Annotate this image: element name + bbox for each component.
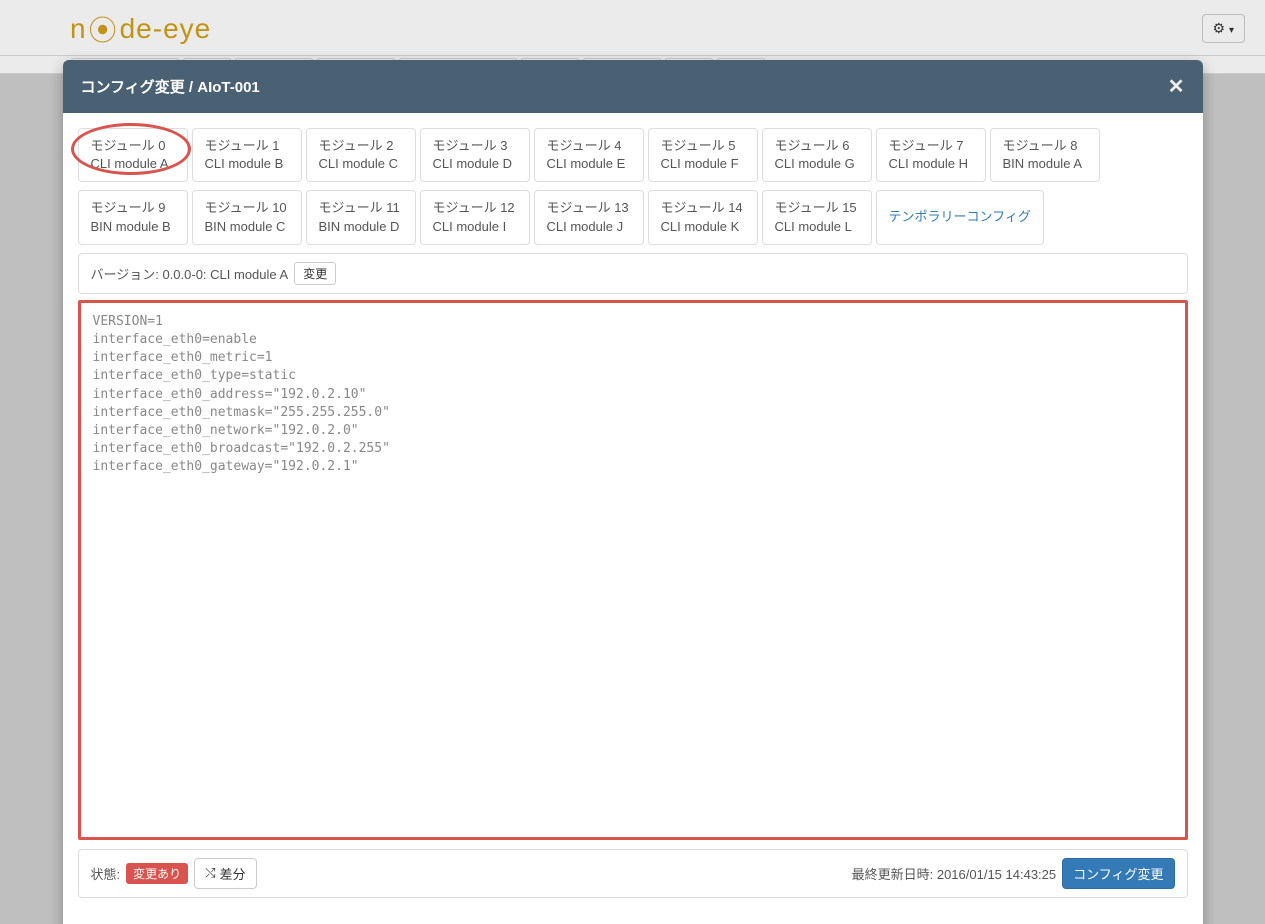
module-tab-12[interactable]: モジュール 12 CLI module I [420,190,530,244]
config-textarea[interactable] [78,300,1188,840]
module-tab-line2: CLI module F [661,155,745,173]
modal-backdrop: コンフィグ変更 / AIoT-001 ✕ モジュール 0 CLI module … [0,0,1265,924]
module-tab-line1: モジュール 15 [775,199,859,217]
status-bar: 状態: 変更あり ⤭ 差分 最終更新日時: 2016/01/15 14:43:2… [78,849,1188,898]
module-tab-11[interactable]: モジュール 11 BIN module D [306,190,416,244]
config-change-button[interactable]: コンフィグ変更 [1062,858,1174,889]
status-left: 状態: 変更あり ⤭ 差分 [91,858,257,889]
module-tab-line1: モジュール 12 [433,199,517,217]
module-tab-line1: モジュール 14 [661,199,745,217]
status-right: 最終更新日時: 2016/01/15 14:43:25 コンフィグ変更 [852,858,1175,889]
status-label: 状態: [91,864,121,883]
version-bar: バージョン: 0.0.0-0: CLI module A 変更 [78,253,1188,294]
module-tab-line2: CLI module G [775,155,859,173]
module-tab-line1: モジュール 3 [433,137,517,155]
temporary-config-tab[interactable]: テンポラリーコンフィグ [876,190,1044,244]
module-tab-13[interactable]: モジュール 13 CLI module J [534,190,644,244]
module-tab-5[interactable]: モジュール 5 CLI module F [648,128,758,182]
close-icon[interactable]: ✕ [1168,74,1185,99]
module-tab-line1: モジュール 11 [319,199,403,217]
module-tab-line2: CLI module I [433,218,517,236]
module-tab-line2: CLI module A [91,155,175,173]
diff-button[interactable]: ⤭ 差分 [194,858,256,889]
module-tab-line1: モジュール 2 [319,137,403,155]
module-tab-3[interactable]: モジュール 3 CLI module D [420,128,530,182]
module-tab-line1: モジュール 0 [91,137,175,155]
module-tab-4[interactable]: モジュール 4 CLI module E [534,128,644,182]
modal-body: モジュール 0 CLI module A モジュール 1 CLI module … [63,113,1203,913]
modal-footer: 🔍 反映予定コンフィグ表示 📥 コンフィグ反映 閉じる [63,913,1203,924]
module-tab-2[interactable]: モジュール 2 CLI module C [306,128,416,182]
modal-title: コンフィグ変更 / AIoT-001 [81,76,260,97]
module-tab-line1: モジュール 1 [205,137,289,155]
module-tab-line2: CLI module L [775,218,859,236]
module-tab-line1: モジュール 10 [205,199,289,217]
module-tabs-row2: モジュール 9 BIN module B モジュール 10 BIN module… [78,190,1188,244]
module-tab-line1: モジュール 7 [889,137,973,155]
module-tab-15[interactable]: モジュール 15 CLI module L [762,190,872,244]
module-tab-1[interactable]: モジュール 1 CLI module B [192,128,302,182]
diff-button-label: 差分 [220,864,246,883]
status-badge: 変更あり [126,863,188,884]
module-tab-7[interactable]: モジュール 7 CLI module H [876,128,986,182]
module-tab-line2: CLI module D [433,155,517,173]
config-change-modal: コンフィグ変更 / AIoT-001 ✕ モジュール 0 CLI module … [63,60,1203,924]
module-tab-line2: BIN module D [319,218,403,236]
module-tab-6[interactable]: モジュール 6 CLI module G [762,128,872,182]
module-tab-line2: CLI module C [319,155,403,173]
version-label: バージョン: 0.0.0-0: CLI module A [91,264,289,283]
temp-config-label: テンポラリーコンフィグ [889,208,1031,226]
shuffle-icon: ⤭ [205,865,215,881]
module-tab-9[interactable]: モジュール 9 BIN module B [78,190,188,244]
modal-header: コンフィグ変更 / AIoT-001 ✕ [63,60,1203,113]
module-tab-line2: CLI module E [547,155,631,173]
module-tab-line2: BIN module B [91,218,175,236]
module-tab-line1: モジュール 8 [1003,137,1087,155]
module-tab-0[interactable]: モジュール 0 CLI module A [78,128,188,182]
module-tabs-row1: モジュール 0 CLI module A モジュール 1 CLI module … [78,128,1188,182]
module-tab-line2: BIN module A [1003,155,1087,173]
module-tab-14[interactable]: モジュール 14 CLI module K [648,190,758,244]
module-tab-line1: モジュール 13 [547,199,631,217]
last-updated-label: 最終更新日時: 2016/01/15 14:43:25 [852,864,1057,883]
module-tab-line2: CLI module J [547,218,631,236]
module-tab-line2: BIN module C [205,218,289,236]
module-tab-line1: モジュール 9 [91,199,175,217]
module-tab-line1: モジュール 4 [547,137,631,155]
module-tab-line2: CLI module K [661,218,745,236]
change-version-button[interactable]: 変更 [294,262,336,285]
module-tab-line2: CLI module B [205,155,289,173]
module-tab-line1: モジュール 6 [775,137,859,155]
module-tab-8[interactable]: モジュール 8 BIN module A [990,128,1100,182]
module-tab-line1: モジュール 5 [661,137,745,155]
module-tab-10[interactable]: モジュール 10 BIN module C [192,190,302,244]
module-tab-line2: CLI module H [889,155,973,173]
